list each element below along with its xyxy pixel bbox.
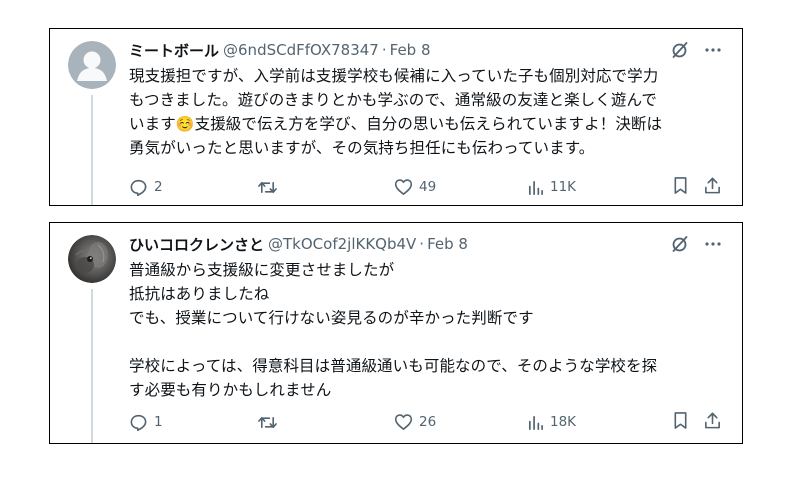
- retweet-icon: [258, 416, 277, 428]
- heart-icon: [394, 414, 413, 430]
- share-icon[interactable]: [703, 176, 722, 199]
- smiling-emoji: ☺️: [175, 115, 195, 133]
- view-count: 18K: [550, 414, 577, 430]
- separator: ·: [419, 235, 425, 253]
- bookmark-icon[interactable]: [672, 411, 689, 434]
- views-chart-icon: [528, 180, 543, 195]
- heart-icon: [394, 179, 413, 195]
- reply-icon: [130, 414, 147, 431]
- tweet-date[interactable]: Feb 8: [390, 41, 431, 59]
- bookmark-icon[interactable]: [672, 176, 689, 199]
- photo-avatar-icon[interactable]: [68, 235, 116, 283]
- grok-icon[interactable]: [670, 234, 690, 254]
- tweet-text: 普通級から支援級に変更させましたが 抵抗はありましたね でも、授業について行けな…: [129, 261, 658, 399]
- reply-button[interactable]: 2: [129, 178, 257, 197]
- thread-line: [91, 95, 93, 205]
- separator: ·: [381, 41, 387, 59]
- like-count: 26: [419, 414, 437, 430]
- tweet-card[interactable]: ひいコロクレンさと @TkOCof2jlKKQb4V · Feb 8 普通級から…: [49, 222, 743, 444]
- like-button[interactable]: 49: [394, 178, 527, 196]
- like-button[interactable]: 26: [394, 413, 527, 431]
- thread-line: [91, 289, 93, 443]
- reply-count: 2: [154, 179, 163, 195]
- display-name[interactable]: ミートボール: [129, 40, 219, 61]
- tweet-text-part: 支援級で伝え方を学び、自分の思いも伝えられていますよ！決断は 勇気がいったと思い…: [129, 115, 663, 157]
- view-count: 11K: [550, 179, 577, 195]
- tweet-actions: 1 26 18K: [129, 411, 722, 433]
- reply-button[interactable]: 1: [129, 413, 257, 432]
- tweet-header: ミートボール @6ndSCdFfOX78347 · Feb 8: [129, 39, 722, 61]
- reply-count: 1: [154, 414, 163, 430]
- views-button[interactable]: 18K: [527, 414, 664, 431]
- tweet-date[interactable]: Feb 8: [427, 235, 468, 253]
- retweet-button[interactable]: [257, 178, 394, 197]
- share-icon[interactable]: [703, 411, 722, 434]
- reply-icon: [130, 179, 147, 196]
- views-button[interactable]: 11K: [527, 179, 664, 196]
- display-name[interactable]: ひいコロクレンさと: [129, 234, 264, 255]
- tweet-actions: 2 49 11K: [129, 176, 722, 198]
- tweet-header: ひいコロクレンさと @TkOCof2jlKKQb4V · Feb 8: [129, 233, 722, 255]
- more-options-icon[interactable]: [704, 41, 722, 59]
- user-handle[interactable]: @TkOCof2jlKKQb4V: [268, 235, 416, 253]
- more-options-icon[interactable]: [704, 235, 722, 253]
- retweet-icon: [258, 181, 277, 193]
- grok-icon[interactable]: [670, 40, 690, 60]
- retweet-button[interactable]: [257, 413, 394, 432]
- default-avatar-icon[interactable]: [68, 41, 116, 89]
- tweet-text: 現支援担ですが、入学前は支援学校も候補に入っていた子も個別対応で学力 もつきまし…: [129, 64, 722, 160]
- tweet-card[interactable]: ミートボール @6ndSCdFfOX78347 · Feb 8 現支援担ですが、…: [49, 28, 743, 206]
- user-handle[interactable]: @6ndSCdFfOX78347: [223, 41, 379, 59]
- views-chart-icon: [528, 415, 543, 430]
- like-count: 49: [419, 179, 437, 195]
